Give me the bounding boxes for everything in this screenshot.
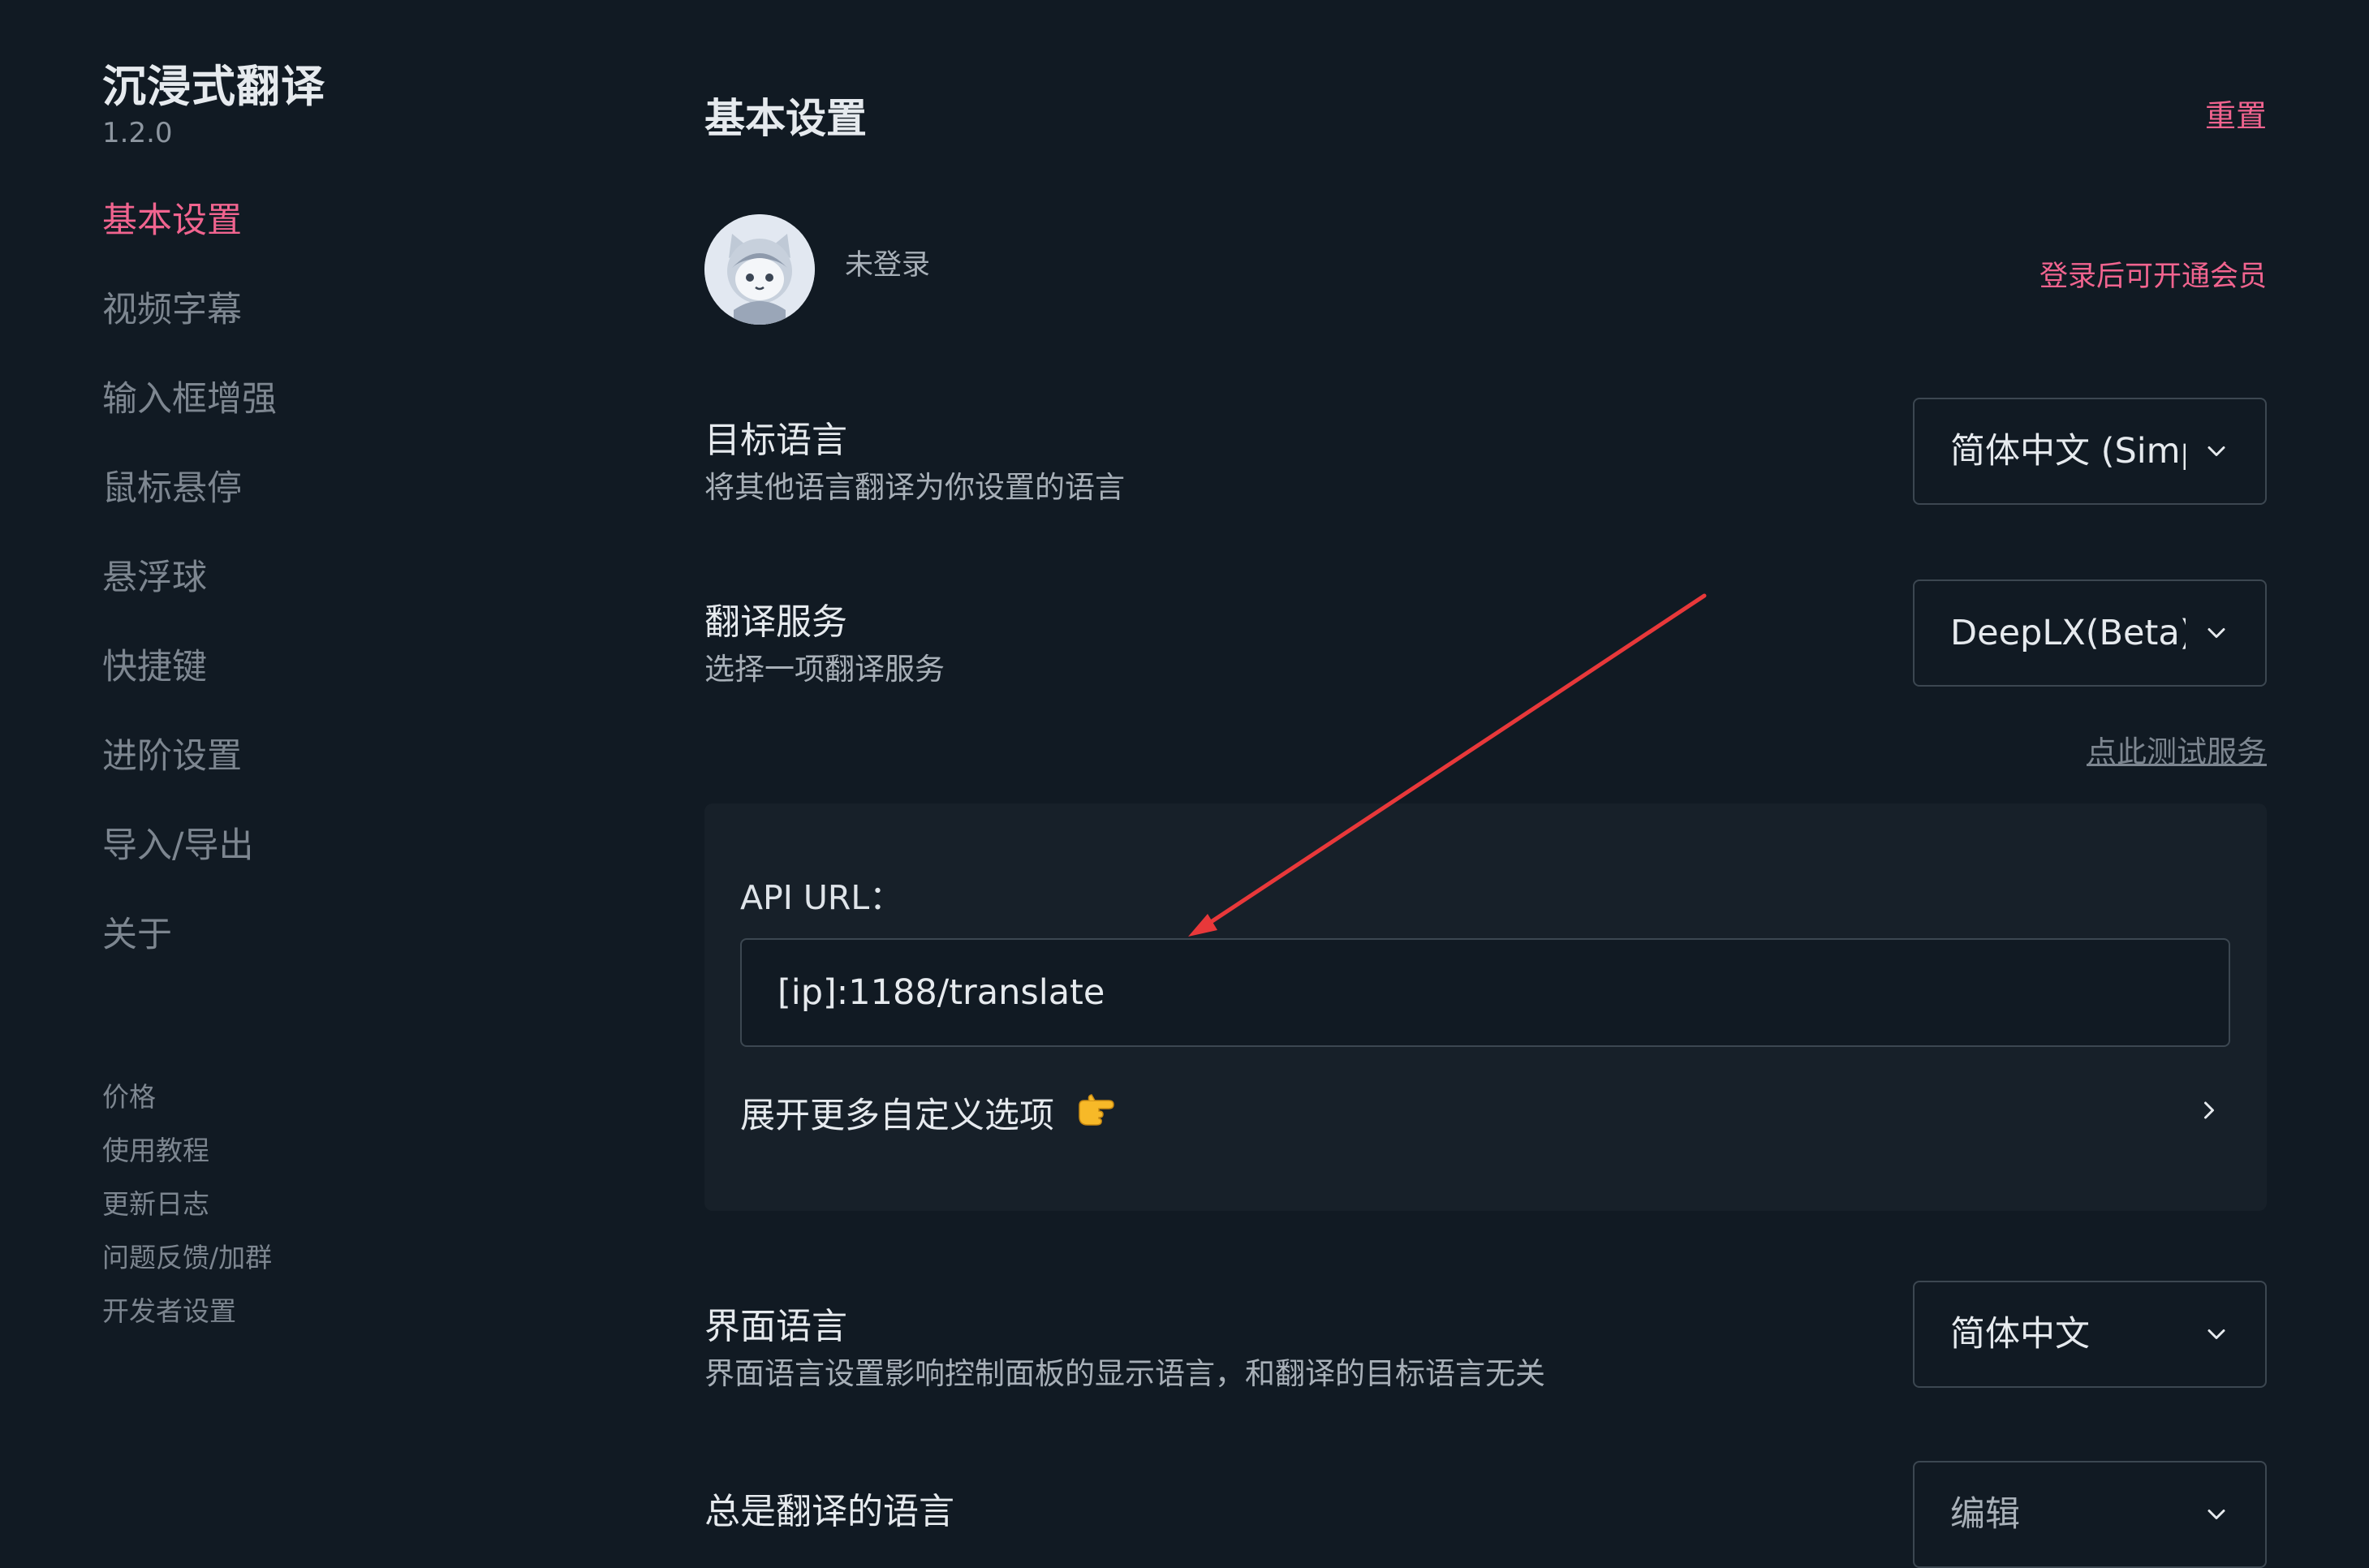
sidebar-item-video-subtitles[interactable]: 视频字幕 [102, 284, 277, 373]
target-language-desc: 将其他语言翻译为你设置的语言 [704, 470, 1125, 505]
app-version: 1.2.0 [102, 117, 173, 149]
chevron-down-icon [2207, 628, 2225, 638]
sidebar: 沉浸式翻译 1.2.0 基本设置 视频字幕 输入框增强 鼠标悬停 悬浮球 快捷键… [0, 0, 617, 1534]
sidebar-item-mouse-hover[interactable]: 鼠标悬停 [102, 463, 277, 552]
target-language-select[interactable]: 简体中文 (Simp [1913, 398, 2267, 505]
chevron-right-icon [2204, 1101, 2214, 1119]
sidebar-item-basic-settings[interactable]: 基本设置 [102, 195, 277, 284]
target-language-value: 简体中文 (Simp [1950, 431, 2186, 472]
sidebar-item-about[interactable]: 关于 [102, 909, 277, 998]
chevron-down-icon [2207, 446, 2225, 456]
sidebar-item-import-export[interactable]: 导入/导出 [102, 820, 277, 909]
translation-service-row: 翻译服务 选择一项翻译服务 DeepLX(Beta) [704, 579, 2267, 701]
translation-service-select[interactable]: DeepLX(Beta) [1913, 579, 2267, 687]
ui-language-row: 界面语言 界面语言设置影响控制面板的显示语言，和翻译的目标语言无关 简体中文 [704, 1281, 2267, 1406]
footer-link-developer[interactable]: 开发者设置 [102, 1292, 272, 1346]
target-language-row: 目标语言 将其他语言翻译为你设置的语言 简体中文 (Simp [704, 398, 2267, 519]
sidebar-nav: 基本设置 视频字幕 输入框增强 鼠标悬停 悬浮球 快捷键 进阶设置 导入/导出 … [102, 195, 277, 998]
api-url-label: API URL： [740, 878, 903, 917]
test-service-link[interactable]: 点此测试服务 [2087, 727, 2267, 771]
sidebar-item-input-enhance[interactable]: 输入框增强 [102, 373, 277, 463]
chevron-down-icon [2207, 1329, 2225, 1339]
backhand-index-pointing-right-icon [1079, 1094, 1114, 1126]
app-title: 沉浸式翻译 [102, 61, 325, 112]
api-url-input[interactable] [740, 938, 2230, 1047]
footer-link-tutorial[interactable]: 使用教程 [102, 1131, 272, 1185]
vip-login-link[interactable]: 登录后可开通会员 [2039, 253, 2267, 295]
sidebar-footer-links: 价格 使用教程 更新日志 问题反馈/加群 开发者设置 [102, 1078, 272, 1346]
cat-avatar-icon [704, 214, 815, 325]
footer-link-pricing[interactable]: 价格 [102, 1078, 272, 1131]
always-translate-row: 总是翻译的语言 编辑 [704, 1461, 2267, 1568]
login-status: 未登录 [845, 249, 931, 282]
footer-link-feedback[interactable]: 问题反馈/加群 [102, 1238, 272, 1292]
always-translate-select[interactable]: 编辑 [1913, 1461, 2267, 1568]
sidebar-item-shortcuts[interactable]: 快捷键 [102, 641, 277, 730]
expand-custom-options[interactable]: 展开更多自定义选项 [740, 1079, 2230, 1144]
ui-language-title: 界面语言 [704, 1306, 847, 1347]
translation-service-desc: 选择一项翻译服务 [704, 652, 945, 687]
translation-service-value: DeepLX(Beta) [1950, 613, 2186, 653]
sidebar-item-floating-ball[interactable]: 悬浮球 [102, 552, 277, 641]
chevron-down-icon [2207, 1510, 2225, 1519]
expand-custom-options-label: 展开更多自定义选项 [740, 1096, 1054, 1136]
always-translate-value: 编辑 [1950, 1494, 2020, 1535]
ui-language-select[interactable]: 简体中文 [1913, 1281, 2267, 1388]
always-translate-title: 总是翻译的语言 [704, 1491, 954, 1532]
sidebar-item-advanced[interactable]: 进阶设置 [102, 730, 277, 820]
translation-service-title: 翻译服务 [704, 601, 847, 643]
account-row: 未登录 登录后可开通会员 [704, 213, 2267, 326]
footer-link-changelog[interactable]: 更新日志 [102, 1185, 272, 1238]
api-settings-panel: API URL： 展开更多自定义选项 [704, 803, 2267, 1211]
target-language-title: 目标语言 [704, 420, 847, 461]
avatar[interactable] [704, 214, 815, 325]
ui-language-desc: 界面语言设置影响控制面板的显示语言，和翻译的目标语言无关 [704, 1356, 1545, 1391]
ui-language-value: 简体中文 [1950, 1314, 2090, 1355]
page-title: 基本设置 [704, 95, 867, 142]
reset-link[interactable]: 重置 [2205, 91, 2267, 136]
main-content: 基本设置 重置 未登录 登录后可开通会员 目标语言 将其他语言翻译为你设置的语言… [704, 0, 2267, 1568]
